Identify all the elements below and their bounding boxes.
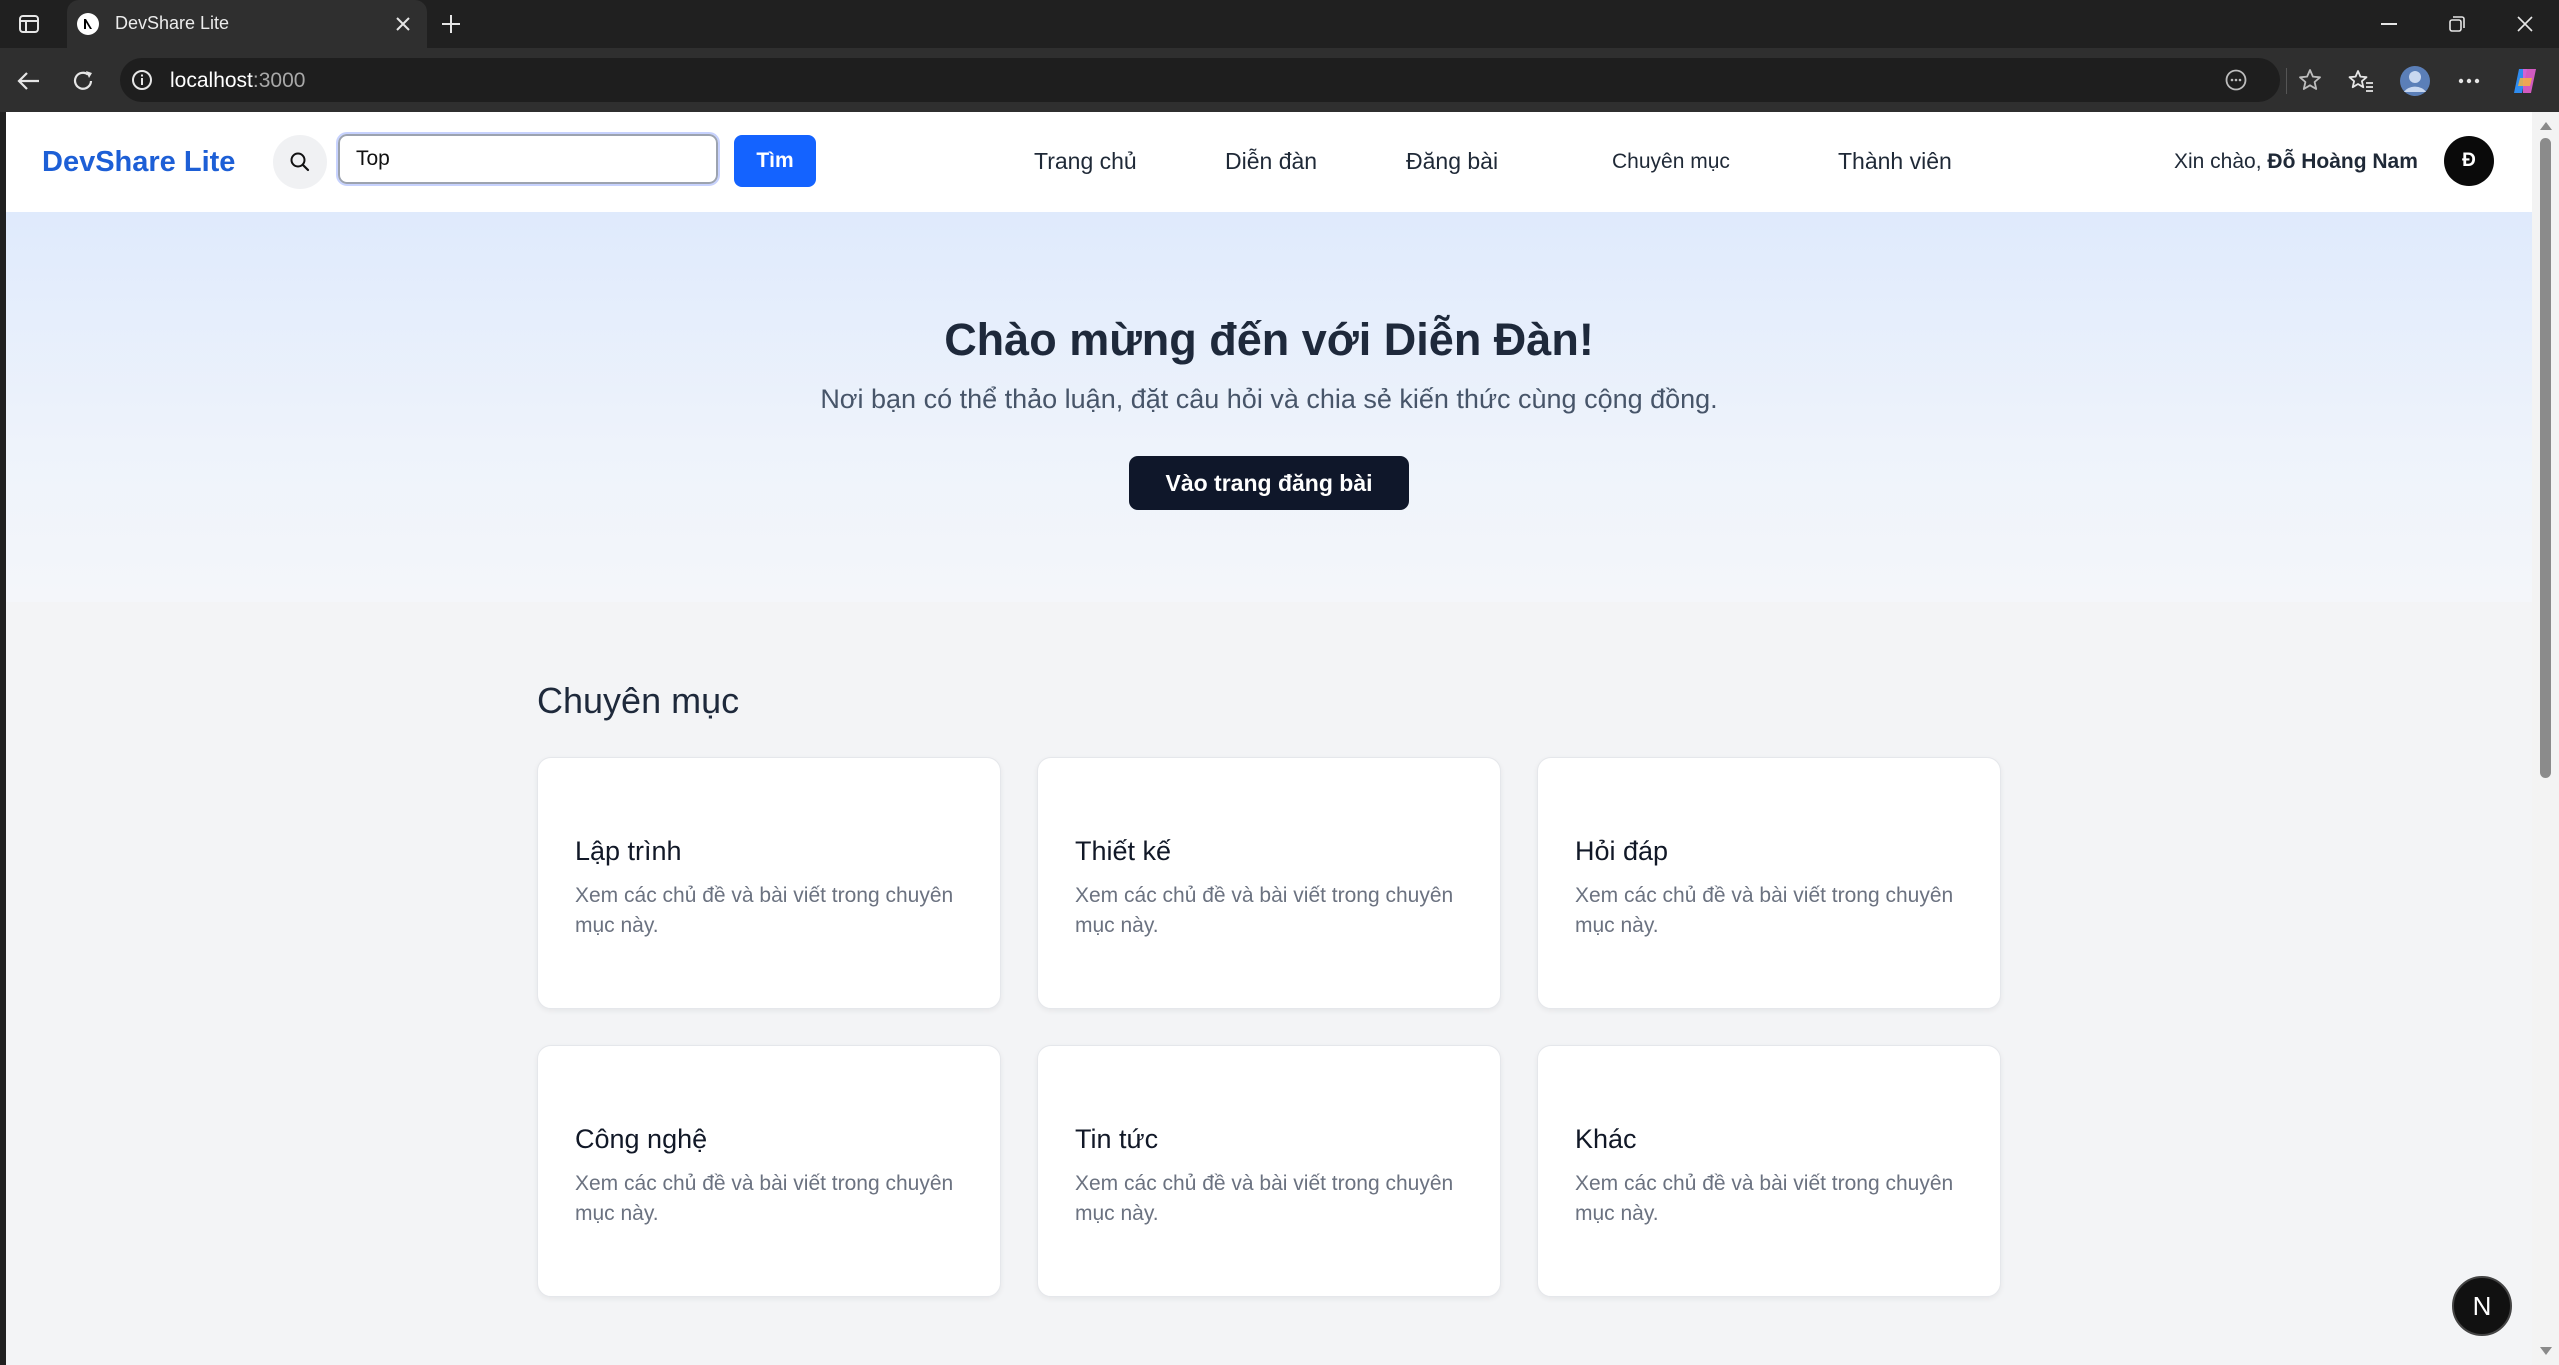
category-description: Xem các chủ đề và bài viết trong chuyên … (575, 884, 954, 937)
category-description: Xem các chủ đề và bài viết trong chuyên … (1075, 884, 1454, 937)
categories-grid: Lập trình Xem các chủ đề và bài viết tro… (537, 757, 2007, 1297)
nav-forum[interactable]: Diễn đàn (1225, 148, 1317, 175)
nav-create-post[interactable]: Đăng bài (1406, 148, 1498, 175)
category-card-qa[interactable]: Hỏi đáp Xem các chủ đề và bài viết trong… (1537, 757, 2001, 1009)
favorite-star-icon[interactable] (2296, 66, 2324, 94)
restore-icon[interactable] (2423, 0, 2491, 48)
copilot-icon[interactable] (2508, 64, 2542, 98)
nav-home[interactable]: Trang chủ (1034, 148, 1137, 175)
category-card-other[interactable]: Khác Xem các chủ đề và bài viết trong ch… (1537, 1045, 2001, 1297)
reload-icon[interactable] (66, 64, 100, 98)
nextjs-favicon-icon (77, 13, 99, 35)
site-info-icon[interactable] (130, 68, 154, 92)
category-title: Thiết kế (1075, 836, 1172, 866)
page-viewport: DevShare Lite Tìm Trang chủ Diễn đàn Đăn… (6, 112, 2532, 1365)
category-description: Xem các chủ đề và bài viết trong chuyên … (575, 1172, 954, 1225)
category-card-news[interactable]: Tin tức Xem các chủ đề và bài viết trong… (1037, 1045, 1501, 1297)
hero-section: Chào mừng đến với Diễn Đàn! Nơi bạn có t… (6, 212, 2532, 602)
nav-members[interactable]: Thành viên (1838, 148, 1952, 175)
category-title: Khác (1575, 1124, 1637, 1154)
window-close-icon[interactable] (2491, 0, 2559, 48)
favorites-icon[interactable] (2344, 64, 2378, 98)
user-name: Đỗ Hoàng Nam (2267, 150, 2418, 173)
category-title: Tin tức (1075, 1124, 1159, 1154)
user-greeting: Xin chào, Đỗ Hoàng Nam (2174, 150, 2418, 173)
site-header: DevShare Lite Tìm Trang chủ Diễn đàn Đăn… (6, 112, 2532, 212)
category-card-technology[interactable]: Công nghệ Xem các chủ đề và bài viết tro… (537, 1045, 1001, 1297)
category-description: Xem các chủ đề và bài viết trong chuyên … (1075, 1172, 1454, 1225)
address-bar-divider (2286, 68, 2287, 94)
tab-close-icon[interactable] (389, 10, 417, 38)
category-description: Xem các chủ đề và bài viết trong chuyên … (1575, 1172, 1954, 1225)
avatar[interactable]: Đ (2444, 136, 2494, 186)
category-description: Xem các chủ đề và bài viết trong chuyên … (1575, 884, 1954, 937)
scrollbar-thumb[interactable] (2540, 138, 2551, 778)
site-logo[interactable]: DevShare Lite (42, 146, 235, 179)
nav-categories[interactable]: Chuyên mục (1612, 150, 1730, 174)
browser-toolbar: localhost:3000 (0, 48, 2559, 112)
scroll-down-arrow-icon[interactable] (2540, 1347, 2552, 1355)
profile-icon[interactable] (2398, 64, 2432, 98)
category-title: Công nghệ (575, 1124, 708, 1154)
search-input[interactable] (336, 132, 720, 186)
category-title: Lập trình (575, 836, 682, 866)
new-tab-icon[interactable] (436, 10, 466, 38)
nextjs-dev-indicator-icon[interactable]: N (2452, 1276, 2512, 1336)
back-arrow-icon[interactable] (12, 64, 46, 98)
search-icon[interactable] (273, 135, 327, 189)
hero-title: Chào mừng đến với Diễn Đàn! (944, 314, 1594, 365)
browser-tab-active[interactable]: DevShare Lite (67, 0, 427, 48)
category-title: Hỏi đáp (1575, 836, 1669, 866)
minimize-icon[interactable] (2355, 0, 2423, 48)
browser-tab-bar: DevShare Lite (0, 0, 2559, 48)
reading-mode-icon[interactable] (2222, 66, 2250, 94)
more-options-icon[interactable] (2452, 64, 2486, 98)
category-card-programming[interactable]: Lập trình Xem các chủ đề và bài viết tro… (537, 757, 1001, 1009)
url-text: localhost:3000 (170, 69, 306, 92)
scroll-up-arrow-icon[interactable] (2540, 122, 2552, 130)
tab-actions-icon[interactable] (14, 10, 44, 38)
category-card-design[interactable]: Thiết kế Xem các chủ đề và bài viết tron… (1037, 757, 1501, 1009)
go-to-post-page-button[interactable]: Vào trang đăng bài (1129, 456, 1409, 510)
address-bar[interactable]: localhost:3000 (120, 58, 2321, 102)
hero-subtitle: Nơi bạn có thể thảo luận, đặt câu hỏi và… (820, 384, 1718, 414)
page-scrollbar[interactable] (2532, 112, 2559, 1365)
tab-title: DevShare Lite (115, 13, 230, 33)
search-button[interactable]: Tìm (734, 135, 816, 187)
categories-heading: Chuyên mục (537, 680, 740, 721)
